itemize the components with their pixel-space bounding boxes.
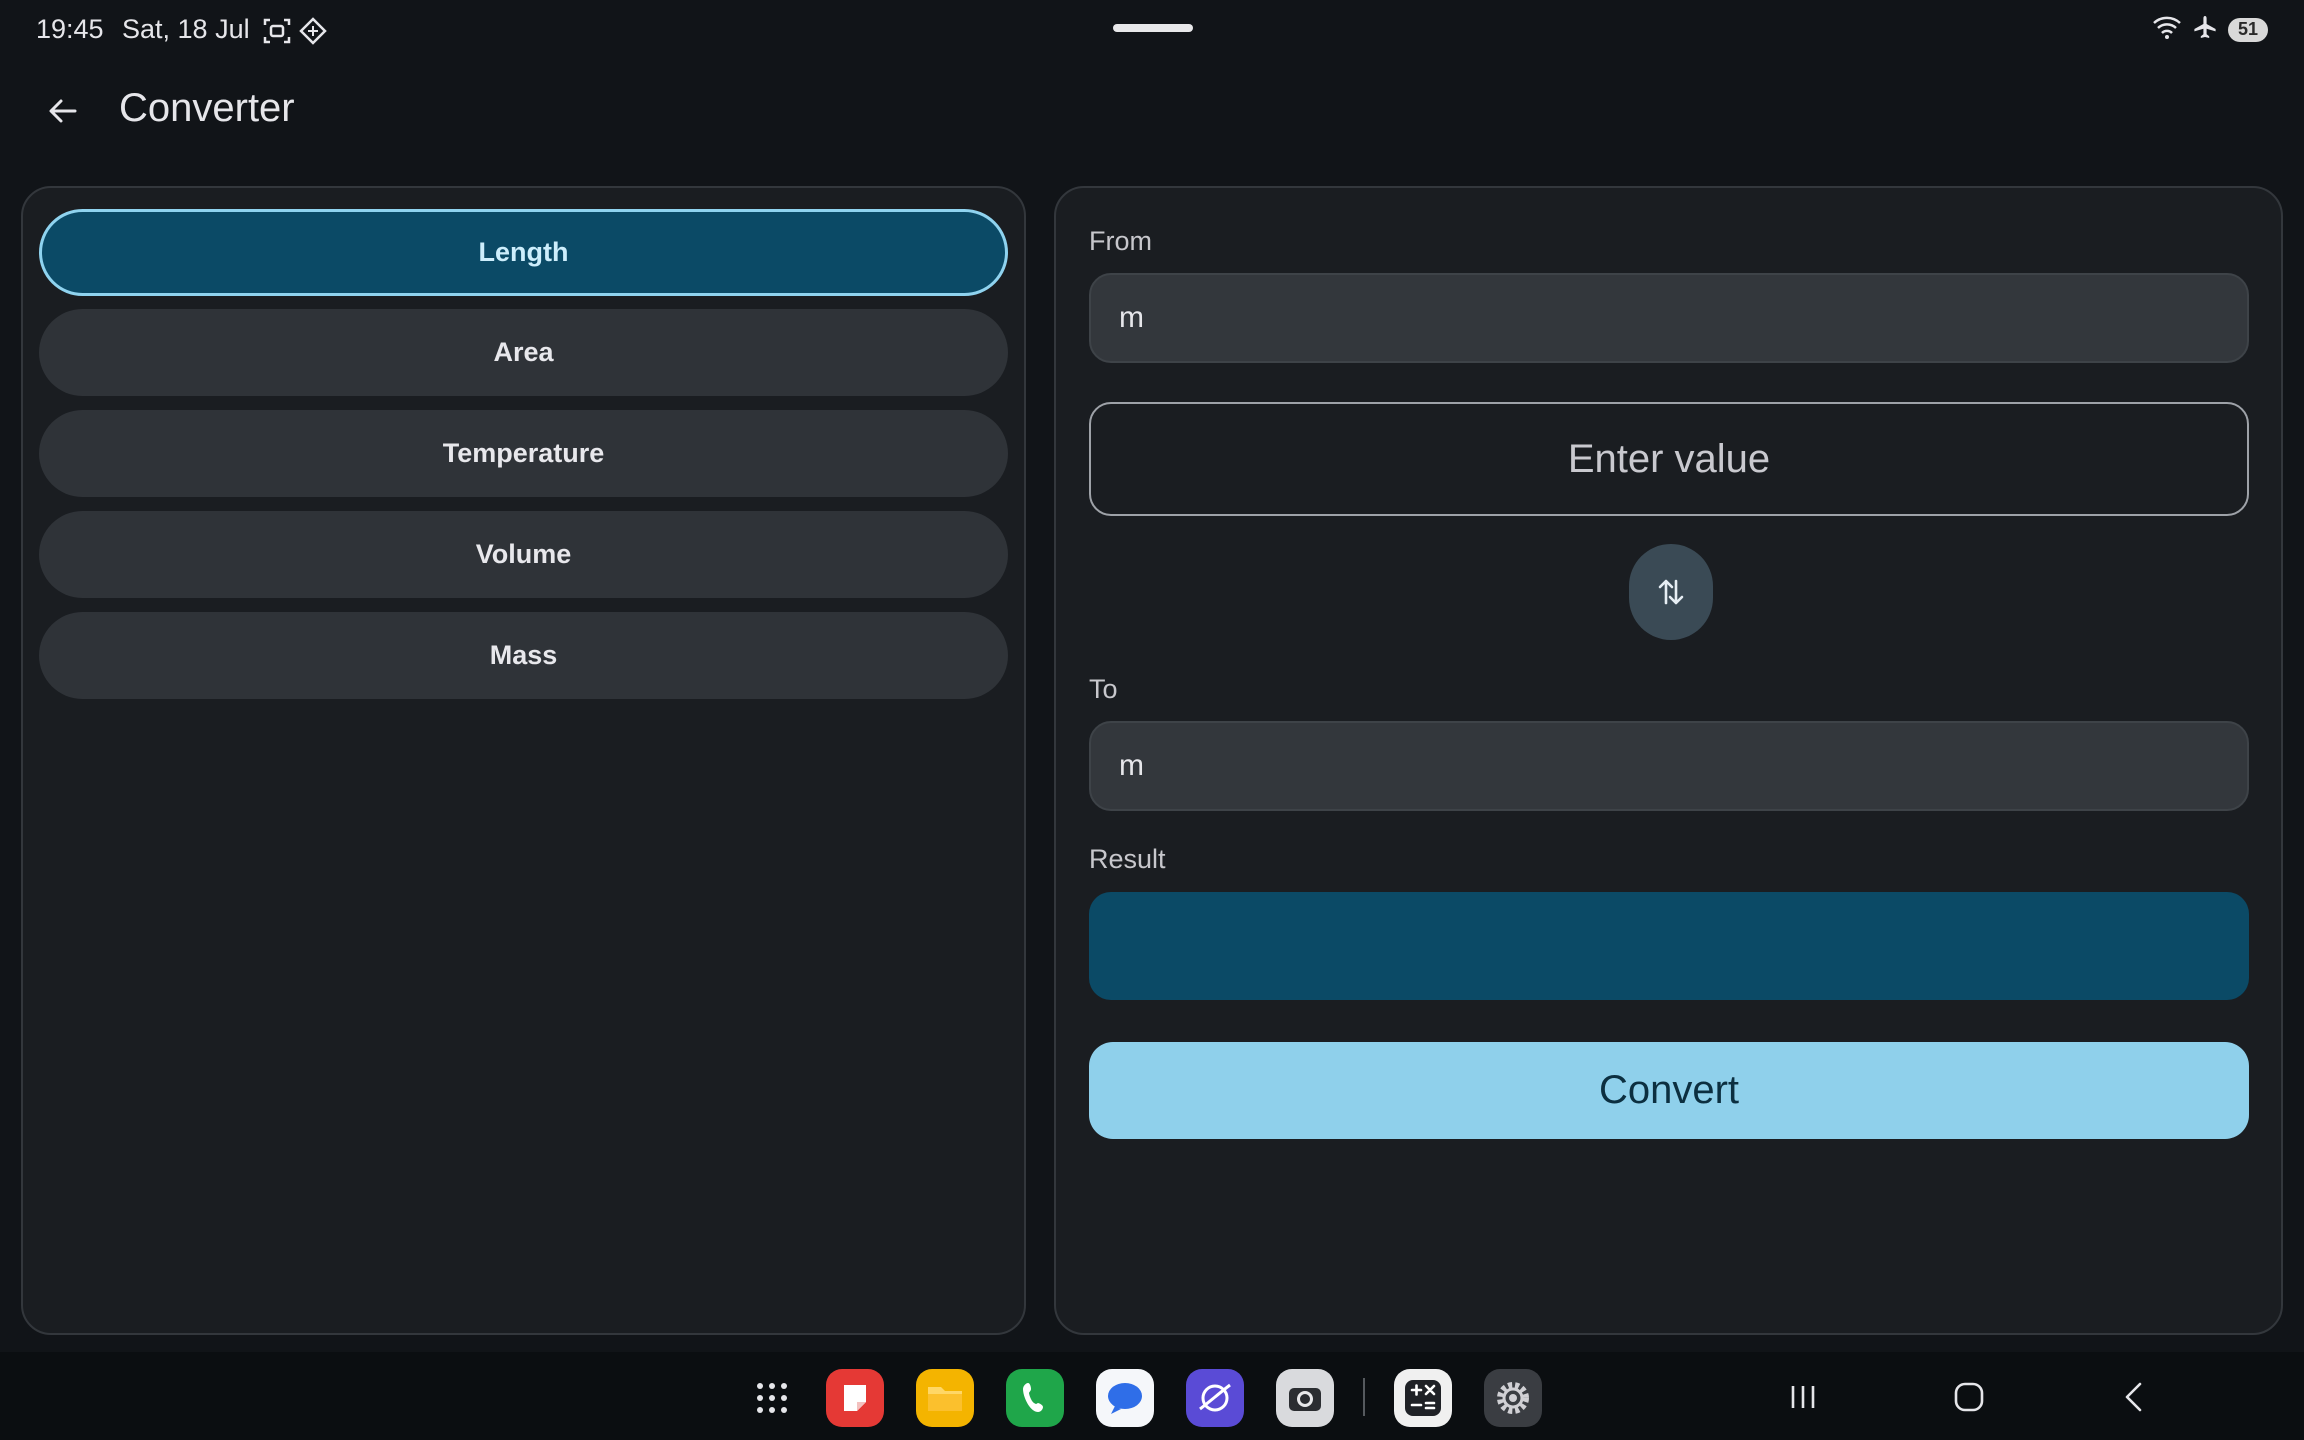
battery-indicator: 51: [2228, 17, 2268, 42]
browser-app-icon[interactable]: [1186, 1369, 1244, 1427]
category-mass[interactable]: Mass: [39, 612, 1008, 699]
recents-button[interactable]: [1779, 1374, 1827, 1420]
recents-icon: [1791, 1386, 1815, 1408]
category-temperature[interactable]: Temperature: [39, 410, 1008, 497]
converter-panel: From m To m Result Convert: [1054, 186, 2283, 1335]
home-icon: [1954, 1382, 1984, 1412]
sync-icon: [298, 16, 328, 46]
convert-button[interactable]: Convert: [1089, 1042, 2249, 1139]
home-button[interactable]: [1945, 1374, 1993, 1420]
files-app-icon[interactable]: [916, 1369, 974, 1427]
category-panel: Length Area Temperature Volume Mass: [21, 186, 1026, 1335]
swap-units-button[interactable]: [1629, 544, 1713, 640]
page-title: Converter: [119, 86, 295, 130]
nav-back-button[interactable]: [2110, 1374, 2158, 1420]
to-label: To: [1089, 674, 1118, 704]
result-label: Result: [1089, 844, 1166, 874]
arrow-back-icon: [49, 99, 77, 123]
category-length[interactable]: Length: [39, 209, 1008, 296]
taskbar: [0, 1352, 2304, 1440]
category-area[interactable]: Area: [39, 309, 1008, 396]
from-unit-value: m: [1119, 301, 1144, 334]
back-icon: [2125, 1382, 2142, 1412]
messages-app-icon[interactable]: [1096, 1369, 1154, 1427]
status-right-icons: 51: [2152, 14, 2268, 45]
status-date: Sat, 18 Jul: [122, 14, 250, 44]
dock-divider: [1363, 1378, 1365, 1416]
apps-grid-icon[interactable]: [743, 1369, 801, 1427]
from-label: From: [1089, 226, 1152, 256]
back-button[interactable]: [38, 86, 88, 136]
from-unit-select[interactable]: m: [1089, 273, 2249, 363]
camera-app-icon[interactable]: [1276, 1369, 1334, 1427]
status-time: 19:45: [36, 14, 104, 44]
notes-app-icon[interactable]: [826, 1369, 884, 1427]
category-volume[interactable]: Volume: [39, 511, 1008, 598]
result-display: [1089, 892, 2249, 1000]
screenshot-icon: [262, 16, 292, 46]
settings-app-icon[interactable]: [1484, 1369, 1542, 1427]
swap-vertical-icon: [1658, 579, 1684, 605]
calculator-app-icon[interactable]: [1394, 1369, 1452, 1427]
airplane-icon: [2192, 14, 2218, 45]
value-input[interactable]: [1089, 402, 2249, 516]
multi-window-handle[interactable]: [1113, 24, 1193, 32]
wifi-icon: [2152, 14, 2182, 45]
phone-app-icon[interactable]: [1006, 1369, 1064, 1427]
to-unit-select[interactable]: m: [1089, 721, 2249, 811]
to-unit-value: m: [1119, 749, 1144, 782]
status-bar: 19:45 Sat, 18 Jul 51: [0, 0, 2304, 60]
